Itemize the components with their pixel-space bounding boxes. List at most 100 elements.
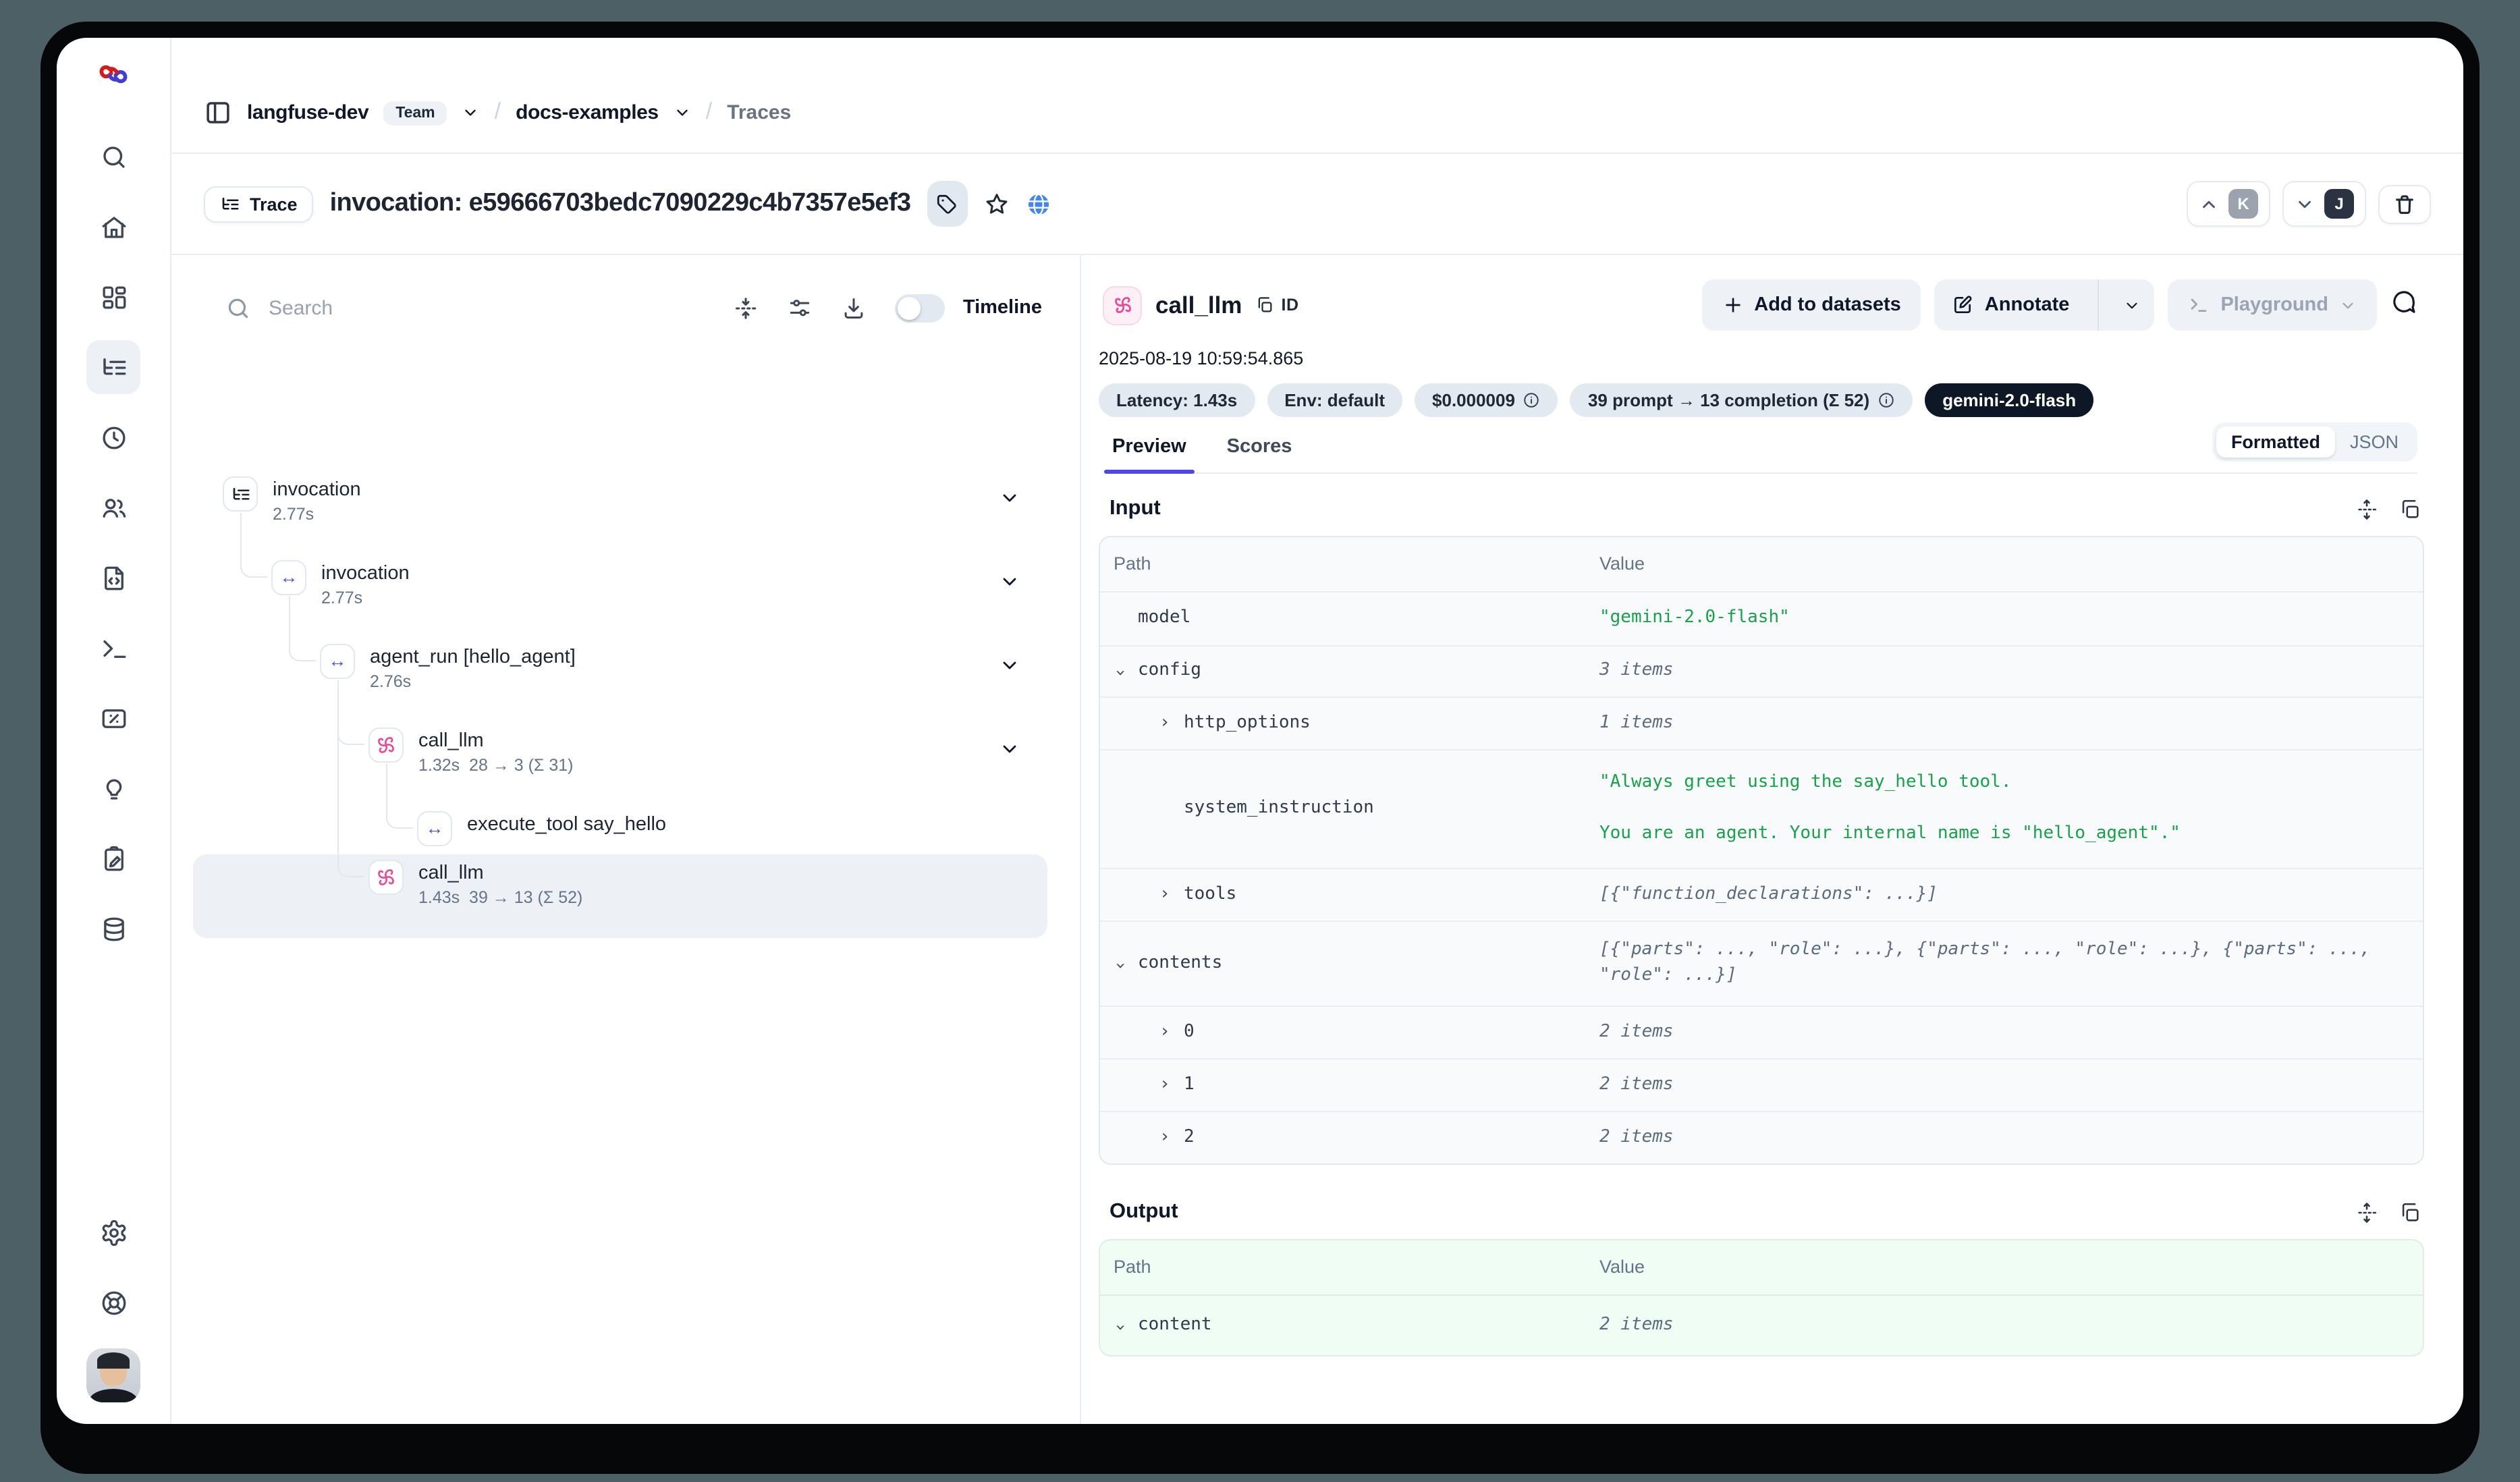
observation-detail-panel: call_llm ID Add to datasets bbox=[1081, 255, 2463, 1424]
nav-rail bbox=[57, 38, 171, 1424]
tree-node-execute-tool-say-hello[interactable]: ↔execute_tool say_hello bbox=[171, 806, 1080, 854]
panel-toggle-icon[interactable] bbox=[204, 99, 232, 127]
chevron-down-icon[interactable] bbox=[462, 104, 480, 121]
row-right-chevron[interactable]: › bbox=[1159, 1125, 1184, 1151]
playground-label: Playground bbox=[2220, 294, 2328, 316]
tag-icon bbox=[935, 192, 958, 215]
playground-button[interactable]: Playground bbox=[2168, 279, 2377, 331]
copy-icon[interactable] bbox=[2399, 1201, 2421, 1224]
node-collapse-chevron[interactable] bbox=[999, 487, 1020, 516]
sidebar-item-datasets[interactable] bbox=[86, 902, 140, 956]
sidebar-item-prompts[interactable] bbox=[86, 551, 140, 605]
terminal-icon bbox=[2188, 294, 2210, 316]
file-code-icon bbox=[99, 564, 128, 592]
window-frame: langfuse-dev Team / docs-examples / Trac… bbox=[40, 22, 2480, 1474]
row-right-chevron[interactable]: › bbox=[1159, 1072, 1184, 1098]
add-to-datasets-button[interactable]: Add to datasets bbox=[1701, 279, 1921, 331]
tree-node-call-llm[interactable]: call_llm1.43s 39 → 13 (Σ 52) bbox=[193, 854, 1047, 938]
tab-preview[interactable]: Preview bbox=[1110, 436, 1189, 472]
input-section-header: Input bbox=[1110, 497, 2421, 521]
expand-vertical-icon[interactable] bbox=[2355, 497, 2378, 520]
sidebar-item-scores[interactable] bbox=[86, 691, 140, 745]
format-formatted[interactable]: Formatted bbox=[2216, 427, 2335, 458]
user-avatar[interactable] bbox=[86, 1348, 140, 1402]
sidebar-item-dashboards[interactable] bbox=[86, 270, 140, 324]
annotate-button[interactable]: Annotate bbox=[1935, 279, 2155, 331]
row-down-chevron[interactable]: › bbox=[1114, 951, 1138, 977]
chevron-down-icon[interactable] bbox=[674, 104, 691, 121]
observation-timestamp: 2025-08-19 10:59:54.865 bbox=[1099, 348, 2417, 368]
path-value: 2 items bbox=[1586, 1060, 2423, 1110]
badge-label: 39 prompt → 13 completion (Σ 52) bbox=[1588, 390, 1869, 410]
clipboard-pen-icon bbox=[99, 844, 128, 873]
node-collapse-chevron[interactable] bbox=[999, 738, 1020, 767]
copy-icon[interactable] bbox=[2399, 497, 2421, 520]
output-title: Output bbox=[1110, 1200, 1178, 1224]
sidebar-item-evaluators[interactable] bbox=[86, 831, 140, 885]
breadcrumb-project[interactable]: langfuse-dev bbox=[247, 101, 368, 124]
gear-icon bbox=[99, 1218, 128, 1246]
node-collapse-chevron[interactable] bbox=[999, 571, 1020, 599]
sidebar-item-search[interactable] bbox=[86, 130, 140, 184]
sidebar-item-settings[interactable] bbox=[86, 1205, 140, 1259]
breadcrumb-separator: / bbox=[495, 98, 501, 125]
sidebar-item-tracing[interactable] bbox=[86, 340, 140, 394]
tab-scores[interactable]: Scores bbox=[1224, 436, 1295, 472]
tree-node-call-llm[interactable]: call_llm1.32s 28 → 3 (Σ 31) bbox=[171, 722, 1080, 806]
sidebar-item-users[interactable] bbox=[86, 481, 140, 534]
format-json[interactable]: JSON bbox=[2335, 427, 2413, 458]
sidebar-item-playground[interactable] bbox=[86, 621, 140, 675]
public-share-button[interactable] bbox=[1025, 191, 1051, 217]
format-toggle: Formatted JSON bbox=[2212, 422, 2417, 462]
prev-trace-button[interactable]: K bbox=[2187, 181, 2270, 227]
metric-badge: Latency: 1.43s bbox=[1099, 383, 1255, 417]
node-collapse-chevron[interactable] bbox=[999, 655, 1020, 683]
sidebar-item-home[interactable] bbox=[86, 200, 140, 254]
preview-scroll-area[interactable]: Input PathValuemodel"gemini-2.0-flash"›c… bbox=[1081, 474, 2463, 1396]
row-right-chevron[interactable]: › bbox=[1159, 711, 1184, 736]
info-icon bbox=[1878, 391, 1895, 409]
collapse-all-icon[interactable] bbox=[734, 295, 759, 321]
breadcrumb-section[interactable]: docs-examples bbox=[516, 101, 659, 124]
input-json-table: PathValuemodel"gemini-2.0-flash"›config3… bbox=[1099, 536, 2424, 1165]
node-label: invocation bbox=[273, 479, 361, 501]
row-down-chevron[interactable]: › bbox=[1114, 659, 1138, 684]
next-trace-button[interactable]: J bbox=[2282, 181, 2366, 227]
row-down-chevron[interactable]: › bbox=[1114, 1313, 1138, 1338]
node-metrics: 1.43s 39 → 13 (Σ 52) bbox=[418, 888, 582, 907]
tree-node-invocation[interactable]: invocation2.77s bbox=[171, 471, 1080, 555]
timeline-toggle[interactable] bbox=[896, 294, 946, 322]
trace-type-label: Trace bbox=[250, 194, 298, 214]
filter-settings-icon[interactable] bbox=[788, 295, 813, 321]
bookmark-star-button[interactable] bbox=[983, 191, 1009, 217]
search-input[interactable]: Search bbox=[225, 295, 734, 321]
sidebar-item-sessions[interactable] bbox=[86, 410, 140, 464]
comments-button[interactable] bbox=[2390, 288, 2417, 322]
sidebar-item-support[interactable] bbox=[86, 1275, 140, 1329]
output-section-header: Output bbox=[1110, 1200, 2421, 1224]
database-icon bbox=[99, 914, 128, 943]
node-metrics: 2.76s bbox=[370, 672, 576, 691]
path-value: 1 items bbox=[1586, 698, 2423, 748]
row-right-chevron[interactable]: › bbox=[1159, 882, 1184, 908]
chevron-down-icon bbox=[2339, 296, 2357, 314]
tags-button[interactable] bbox=[927, 181, 967, 227]
json-row-config: ›config3 items bbox=[1100, 647, 2423, 698]
path-key: config bbox=[1138, 659, 1201, 684]
copy-id-button[interactable]: ID bbox=[1255, 296, 1298, 314]
row-right-chevron[interactable]: › bbox=[1159, 1020, 1184, 1045]
expand-vertical-icon[interactable] bbox=[2355, 1201, 2378, 1224]
download-icon[interactable] bbox=[842, 295, 867, 321]
sidebar-item-insights[interactable] bbox=[86, 761, 140, 815]
trace-type-badge[interactable]: Trace bbox=[204, 186, 314, 222]
breadcrumb-page[interactable]: Traces bbox=[727, 101, 791, 124]
annotate-label: Annotate bbox=[1985, 294, 2070, 316]
avatar-shoulders bbox=[89, 1389, 138, 1402]
message-bubble-icon bbox=[2390, 288, 2417, 315]
annotate-pen-icon bbox=[1952, 294, 1974, 316]
annotate-dropdown[interactable] bbox=[2110, 279, 2154, 331]
badge-label: Env: default bbox=[1284, 390, 1385, 410]
list-tree-chip bbox=[223, 476, 258, 512]
json-row-2: ›22 items bbox=[1100, 1112, 2423, 1163]
delete-trace-button[interactable] bbox=[2378, 184, 2431, 223]
